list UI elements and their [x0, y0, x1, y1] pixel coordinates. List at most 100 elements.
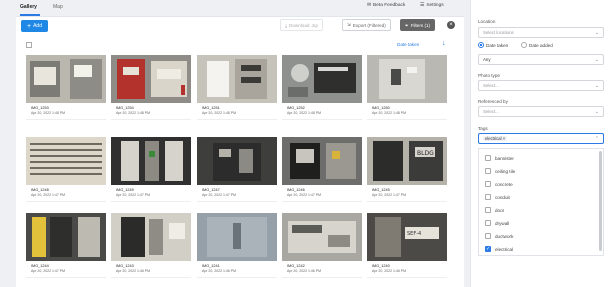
tag-option-label: ductwork	[495, 233, 514, 239]
sort-direction-icon[interactable]: ↓	[442, 40, 446, 47]
clear-filters-icon[interactable]: ×	[447, 21, 455, 29]
radio-unselected-icon	[521, 42, 527, 48]
checkbox-icon[interactable]	[485, 207, 491, 213]
photo-card[interactable]: IMG_1243 Apr 20, 2022 1:46 PM	[111, 213, 191, 285]
photo-thumbnail[interactable]	[26, 213, 106, 261]
tags-select[interactable]: electrical × ⌃	[478, 133, 604, 144]
download-zip-label: Download .zip	[289, 22, 318, 28]
tag-option-label: electrical	[495, 246, 514, 252]
header-links	[471, 0, 611, 14]
photo-thumbnail[interactable]	[282, 55, 362, 103]
date-added-radio[interactable]: Date added	[521, 42, 553, 48]
card-divider	[367, 277, 447, 278]
dropdown-scrollbar[interactable]	[599, 151, 602, 251]
tag-option[interactable]: ceiling tile	[485, 168, 515, 174]
photo-card[interactable]: IMG_1254 Apr 20, 2022 1:48 PM	[111, 55, 191, 127]
photo-thumbnail[interactable]	[282, 137, 362, 185]
photo-date: Apr 20, 2022 1:47 PM	[116, 193, 151, 197]
referenced-by-label: Referenced by	[478, 99, 508, 104]
add-button[interactable]: + Add	[21, 20, 48, 32]
download-zip-button[interactable]: ⤓ Download .zip	[280, 19, 323, 31]
checkbox-icon[interactable]	[485, 194, 491, 200]
chevron-up-icon: ⌃	[594, 136, 599, 142]
card-divider	[197, 277, 277, 278]
photo-card[interactable]: IMG_1244 Apr 20, 2022 1:47 PM	[26, 213, 106, 285]
export-filtered-button[interactable]: ⇲ Export (Filtered)	[342, 19, 391, 31]
checkbox-icon[interactable]	[485, 168, 491, 174]
tab-map[interactable]: Map	[53, 4, 63, 10]
location-select[interactable]: Select locations ⌄	[478, 27, 604, 38]
photo-thumbnail[interactable]	[197, 213, 277, 261]
photo-thumbnail[interactable]	[111, 137, 191, 185]
tag-option-label: ceiling tile	[495, 168, 516, 174]
photo-thumbnail[interactable]	[26, 137, 106, 185]
date-taken-radio[interactable]: Date taken	[478, 42, 508, 48]
card-divider	[367, 119, 447, 120]
photo-date: Apr 20, 2022 1:48 PM	[116, 111, 151, 115]
checkbox-icon[interactable]	[485, 233, 491, 239]
tag-option[interactable]: door	[485, 207, 504, 213]
photo-name: IMG_1245	[372, 188, 390, 192]
tag-option-label: door	[495, 207, 505, 213]
location-label: Location	[478, 19, 496, 24]
checkbox-icon[interactable]	[485, 181, 491, 187]
tag-option-label: conduit	[495, 194, 510, 200]
photo-thumbnail[interactable]	[197, 137, 277, 185]
photo-date: Apr 20, 2022 1:46 PM	[372, 269, 407, 273]
photo-name: IMG_1248	[31, 188, 49, 192]
tab-gallery[interactable]: Gallery	[20, 4, 37, 10]
photo-card[interactable]: IMG_1251 Apr 20, 2022 1:48 PM	[197, 55, 277, 127]
tag-option[interactable]: ✓ electrical	[485, 246, 513, 252]
tag-option[interactable]: drywall	[485, 220, 509, 226]
photo-thumbnail[interactable]	[26, 55, 106, 103]
svg-text:BLDG: BLDG	[417, 150, 434, 157]
photo-card[interactable]: IMG_1248 Apr 20, 2022 1:47 PM	[26, 137, 106, 209]
photo-thumbnail[interactable]: SEF-4	[367, 213, 447, 261]
select-all-checkbox[interactable]	[26, 42, 32, 48]
tag-option[interactable]: bannister	[485, 155, 514, 161]
photo-card[interactable]: IMG_1252 Apr 20, 2022 1:48 PM	[282, 55, 362, 127]
tag-chip[interactable]: electrical ×	[483, 136, 508, 141]
beta-feedback-link[interactable]: ✉ Beta Feedback	[367, 3, 405, 8]
checkbox-icon[interactable]	[485, 155, 491, 161]
photo-thumbnail[interactable]	[197, 55, 277, 103]
photo-card[interactable]: IMG_1247 Apr 20, 2022 1:47 PM	[197, 137, 277, 209]
photo-card[interactable]: BLDG IMG_1245 Apr 20, 2022 1:47 PM	[367, 137, 447, 209]
settings-label: Settings	[426, 3, 444, 8]
app-root: Gallery Map + Add ⤓ Download .zip ⇲ Expo…	[0, 0, 611, 287]
photo-date: Apr 20, 2022 1:47 PM	[202, 193, 237, 197]
settings-icon: ☰	[420, 3, 425, 8]
photo-card[interactable]: IMG_1241 Apr 20, 2022 1:46 PM	[197, 213, 277, 285]
photo-card[interactable]: IMG_1253 Apr 20, 2022 1:48 PM	[26, 55, 106, 127]
photo-thumbnail[interactable]	[282, 213, 362, 261]
photo-card[interactable]: SEF-4 IMG_1240 Apr 20, 2022 1:46 PM	[367, 213, 447, 285]
tag-option[interactable]: conduit	[485, 194, 510, 200]
photo-date: Apr 20, 2022 1:47 PM	[287, 193, 322, 197]
card-divider	[111, 277, 191, 278]
photo-thumbnail[interactable]	[111, 213, 191, 261]
photo-thumbnail[interactable]	[367, 55, 447, 103]
photo-card[interactable]: IMG_1246 Apr 20, 2022 1:47 PM	[282, 137, 362, 209]
photo-date: Apr 20, 2022 1:48 PM	[202, 111, 237, 115]
photo-name: IMG_1254	[116, 106, 134, 110]
plus-icon: +	[27, 22, 32, 30]
checkbox-checked-icon[interactable]: ✓	[485, 246, 491, 252]
filters-button[interactable]: ⏷ Filters (1)	[400, 19, 436, 31]
photo-name: IMG_1243	[116, 264, 134, 268]
photo-name: IMG_1242	[287, 264, 305, 268]
photo-card[interactable]: IMG_1242 Apr 20, 2022 1:46 PM	[282, 213, 362, 285]
tag-option[interactable]: concrete	[485, 181, 513, 187]
date-range-select[interactable]: Any ⌄	[478, 54, 604, 65]
photo-type-select[interactable]: Select... ⌄	[478, 80, 604, 91]
tag-option[interactable]: ductwork	[485, 233, 513, 239]
photo-card[interactable]: IMG_1250 Apr 20, 2022 1:48 PM	[367, 55, 447, 127]
chevron-down-icon: ⌄	[594, 83, 599, 89]
card-divider	[367, 201, 447, 202]
checkbox-icon[interactable]	[485, 220, 491, 226]
referenced-by-select[interactable]: Select... ⌄	[478, 106, 604, 117]
photo-thumbnail[interactable]	[111, 55, 191, 103]
photo-thumbnail[interactable]: BLDG	[367, 137, 447, 185]
photo-card[interactable]: IMG_1249 Apr 20, 2022 1:47 PM	[111, 137, 191, 209]
settings-link[interactable]: ☰ Settings	[420, 3, 444, 8]
sort-by-date-taken[interactable]: Date taken	[397, 42, 419, 47]
